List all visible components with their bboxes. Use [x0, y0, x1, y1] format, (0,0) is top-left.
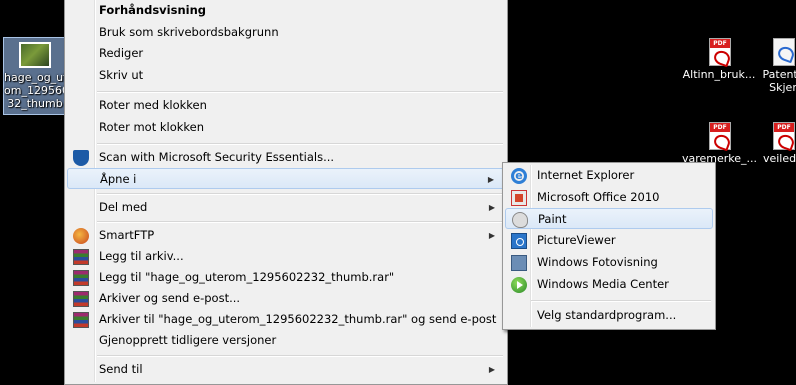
menu-item-scan-security-essentials[interactable]: Scan with Microsoft Security Essentials.… [67, 147, 505, 168]
chevron-right-icon: ▶ [488, 231, 495, 240]
submenu-item-pictureviewer[interactable]: PictureViewer [505, 230, 713, 251]
menu-item-rotate-clockwise[interactable]: Roter med klokken [67, 95, 505, 116]
winrar-icon [73, 270, 89, 286]
pictureviewer-icon [511, 233, 527, 249]
submenu-item-paint[interactable]: Paint [505, 208, 713, 229]
internet-explorer-icon: e [511, 168, 527, 184]
menu-item-send-to[interactable]: Send til ▶ [67, 359, 505, 380]
menu-item-edit[interactable]: Rediger [67, 43, 505, 64]
image-thumbnail-icon [19, 42, 51, 68]
chevron-right-icon: ▶ [488, 203, 495, 212]
document-file-icon [770, 36, 796, 66]
desktop-icon-label: Altinn_bruk... [682, 68, 756, 81]
menu-separator [97, 355, 503, 357]
menu-item-restore-previous-versions[interactable]: Gjenopprett tidligere versjoner [67, 330, 505, 351]
desktop-icon-varemerke[interactable]: PDF varemerke_... [682, 120, 757, 165]
winrar-icon [73, 291, 89, 307]
submenu-item-internet-explorer[interactable]: e Internet Explorer [505, 165, 713, 186]
winrar-icon [73, 312, 89, 328]
desktop-icon-altinn[interactable]: PDF Altinn_bruk... [682, 36, 756, 81]
menu-item-add-to-rar[interactable]: Legg til "hage_og_uterom_1295602232_thum… [67, 267, 505, 288]
menu-item-add-to-archive[interactable]: Legg til arkiv... [67, 246, 505, 267]
office-icon [511, 190, 527, 206]
paint-icon [512, 212, 528, 228]
menu-separator [97, 91, 503, 93]
menu-item-print[interactable]: Skriv ut [67, 65, 505, 86]
pdf-file-icon: PDF [706, 36, 732, 68]
menu-separator [97, 221, 503, 223]
menu-separator [97, 193, 503, 195]
smartftp-icon [73, 228, 89, 244]
menu-item-share-with[interactable]: Del med ▶ [67, 197, 505, 218]
desktop-icon-veiledn[interactable]: PDF veiledn [758, 120, 796, 165]
pdf-file-icon: PDF [706, 120, 732, 152]
chevron-right-icon: ▶ [487, 175, 494, 184]
menu-item-open-with[interactable]: Åpne i ▶ [67, 168, 505, 189]
menu-item-archive-to-rar-and-email[interactable]: Arkiver til "hage_og_uterom_1295602232_t… [67, 309, 505, 330]
menu-item-preview[interactable]: Forhåndsvisning [67, 0, 505, 21]
desktop-icon-label: veiledn [762, 152, 796, 165]
open-with-submenu: e Internet Explorer Microsoft Office 201… [502, 162, 716, 330]
menu-item-smartftp[interactable]: SmartFTP ▶ [67, 225, 505, 246]
shield-icon [73, 150, 89, 166]
submenu-item-choose-default-program[interactable]: Velg standardprogram... [505, 305, 713, 326]
desktop-icon-label: Patents Skjer [762, 68, 796, 94]
menu-separator [531, 300, 711, 302]
menu-separator [97, 143, 503, 145]
menu-item-rotate-counterclockwise[interactable]: Roter mot klokken [67, 117, 505, 138]
submenu-item-office[interactable]: Microsoft Office 2010 [505, 187, 713, 208]
context-menu: Forhåndsvisning Bruk som skrivebordsbakg… [64, 0, 508, 385]
media-center-icon [511, 277, 527, 293]
submenu-item-windows-media-center[interactable]: Windows Media Center [505, 274, 713, 295]
menu-item-set-desktop-background[interactable]: Bruk som skrivebordsbakgrunn [67, 22, 505, 43]
photo-viewer-icon [511, 255, 527, 271]
desktop-icon-patents[interactable]: Patents Skjer [758, 36, 796, 94]
menu-item-archive-and-email[interactable]: Arkiver og send e-post... [67, 288, 505, 309]
submenu-item-windows-photo-viewer[interactable]: Windows Fotovisning [505, 252, 713, 273]
chevron-right-icon: ▶ [488, 365, 495, 374]
winrar-icon [73, 249, 89, 265]
desktop-icon-selected-image[interactable]: hage_og_ut om_129560 32_thumb [3, 37, 69, 115]
desktop-icon-label: hage_og_ut om_129560 32_thumb [4, 71, 69, 110]
pdf-file-icon: PDF [770, 120, 796, 152]
